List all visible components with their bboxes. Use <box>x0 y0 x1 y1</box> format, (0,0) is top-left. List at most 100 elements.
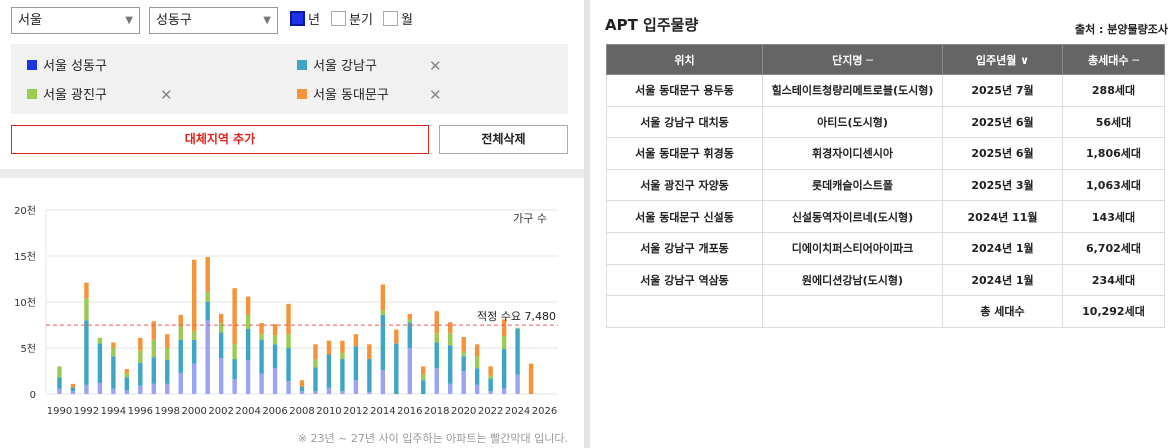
bar-segment <box>488 366 493 376</box>
region-label: 서울 광진구 <box>43 88 107 103</box>
close-icon[interactable]: ✕ <box>429 57 442 75</box>
table-row: 서울 동대문구 신설동 신설동역자이르네(도시형) 2024년 11월 143세… <box>606 200 1165 233</box>
bar-segment <box>286 348 291 382</box>
bar-segment <box>515 327 520 329</box>
district-select[interactable]: 성동구 ▼ <box>149 7 278 34</box>
cell-location: 서울 강남구 개포동 <box>606 231 763 265</box>
x-tick-label: 2004 <box>235 406 260 417</box>
bar-segment <box>474 384 480 394</box>
period-checkbox-quarter[interactable]: 분기 <box>331 11 373 29</box>
chevron-down-icon: ▼ <box>263 15 271 26</box>
bar-segment <box>245 296 251 315</box>
bar-segment <box>192 363 197 394</box>
bar-segment <box>205 291 210 302</box>
bar-segment <box>434 333 439 343</box>
x-tick-label: 2024 <box>505 406 530 417</box>
bar-segment <box>313 367 318 392</box>
column-header-complex[interactable]: 단지명 ─ <box>762 44 943 75</box>
reference-line-label: 적정 수요 7,480 <box>477 310 556 323</box>
section-divider <box>0 169 584 178</box>
checkbox-box[interactable] <box>383 11 398 26</box>
column-header-move-in-date[interactable]: 입주년월 ∨ <box>942 44 1063 75</box>
checkbox-box[interactable] <box>290 11 305 26</box>
bar-segment <box>434 311 439 334</box>
period-checkbox-month[interactable]: 월 <box>383 11 413 29</box>
bar-segment <box>286 381 291 394</box>
cell-location: 서울 동대문구 휘경동 <box>606 137 763 170</box>
cell-complex: 힐스테이트청량리메트로블(도시형) <box>762 74 943 107</box>
cell-move-in-date: 2024년 11월 <box>942 200 1063 233</box>
city-select-value: 서울 <box>18 13 42 28</box>
bar-segment <box>205 256 210 292</box>
bar-segment <box>313 391 318 394</box>
bar-segment <box>151 383 156 394</box>
bar-segment <box>124 372 130 378</box>
bar-segment <box>394 343 399 394</box>
data-source: 출처 : 분양물량조사 <box>1074 23 1168 36</box>
x-tick-label: 2002 <box>208 406 233 417</box>
bar-segment <box>205 320 210 394</box>
close-icon[interactable]: ✕ <box>429 86 442 104</box>
column-header-location: 위치 <box>606 44 763 75</box>
bar-segment <box>313 359 318 368</box>
bar-segment <box>340 340 345 353</box>
bar-segment <box>124 369 130 373</box>
bar-segment <box>380 370 386 394</box>
x-tick-label: 2012 <box>343 406 368 417</box>
bar-segment <box>259 339 264 374</box>
cell-move-in-date: 2025년 3월 <box>942 168 1063 202</box>
bar-segment <box>340 359 345 392</box>
y-tick-label: 5천 <box>20 343 36 355</box>
cell-total-units: 1,063세대 <box>1062 168 1165 202</box>
x-tick-label: 2020 <box>451 406 476 417</box>
city-select[interactable]: 서울 ▼ <box>11 7 140 34</box>
bar-segment <box>407 322 412 348</box>
bar-segment <box>367 359 372 393</box>
bar-segment <box>461 351 466 357</box>
bar-segment <box>421 380 426 394</box>
cell-empty <box>606 295 763 328</box>
x-tick-label: 2026 <box>532 406 557 417</box>
bar-segment <box>259 373 264 394</box>
region-item-gwangjin: 서울 광진구 ✕ <box>27 86 173 105</box>
bar-segment <box>111 388 116 394</box>
bar-segment <box>421 374 426 381</box>
x-tick-label: 2018 <box>424 406 449 417</box>
x-tick-label: 1992 <box>74 406 99 417</box>
checkbox-box[interactable] <box>331 11 346 26</box>
cell-total-units: 234세대 <box>1062 263 1165 297</box>
bar-segment <box>70 391 76 394</box>
x-tick-label: 1990 <box>47 406 72 417</box>
delete-all-button[interactable]: 전체삭제 <box>439 125 568 154</box>
bar-segment <box>178 326 183 340</box>
cell-complex: 디에이치퍼스티어아이파크 <box>762 231 943 265</box>
column-header-total-units[interactable]: 총세대수 ─ <box>1062 44 1165 75</box>
bar-segment <box>528 363 534 394</box>
bar-segment <box>165 334 170 348</box>
bar-segment <box>313 344 318 360</box>
period-checkbox-year[interactable]: 년 <box>290 11 320 29</box>
period-label: 월 <box>401 13 413 28</box>
bar-segment <box>97 337 103 344</box>
x-tick-label: 2006 <box>262 406 287 417</box>
bar-segment <box>474 368 480 385</box>
cell-location: 서울 강남구 대치동 <box>606 105 763 139</box>
cell-total-units: 143세대 <box>1062 200 1165 233</box>
bar-segment <box>448 345 453 384</box>
x-tick-label: 1998 <box>155 406 180 417</box>
bar-segment <box>84 384 89 394</box>
bar-segment <box>326 354 332 388</box>
district-select-value: 성동구 <box>156 13 192 28</box>
region-item-dongdaemun: 서울 동대문구 ✕ <box>297 86 442 105</box>
x-tick-label: 2014 <box>370 406 395 417</box>
bar-segment <box>407 313 412 320</box>
add-alternative-region-button[interactable]: 대체지역 추가 <box>11 125 429 154</box>
cell-location: 서울 동대문구 용두동 <box>606 74 763 107</box>
bar-segment <box>299 391 305 394</box>
bar-segment <box>218 332 224 359</box>
total-value: 10,292세대 <box>1062 295 1165 328</box>
x-tick-label: 2022 <box>478 406 503 417</box>
bar-segment <box>245 314 251 329</box>
left-panel: 서울 ▼ 성동구 ▼ 년 분기 월 서울 성동구 서울 강남구 ✕ 서울 광진구 <box>0 0 584 448</box>
close-icon[interactable]: ✕ <box>160 86 173 104</box>
